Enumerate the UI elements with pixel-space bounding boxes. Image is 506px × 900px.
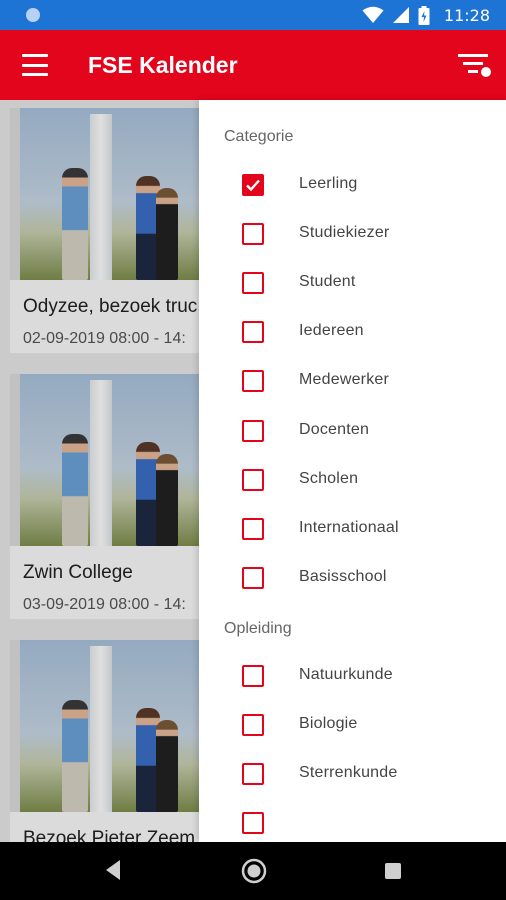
status-icons: 11:28 (362, 5, 490, 25)
filter-label: Scholen (299, 470, 359, 487)
filter-item-basisschool[interactable]: Basisschool (199, 558, 506, 598)
filter-label: Sterrenkunde (299, 764, 398, 781)
back-icon[interactable] (104, 859, 122, 881)
checkbox[interactable] (242, 714, 264, 736)
checkbox[interactable] (242, 469, 264, 491)
checkbox[interactable] (242, 567, 264, 589)
filter-item-medewerker[interactable]: Medewerker (199, 361, 506, 401)
hamburger-menu-icon[interactable] (20, 51, 50, 79)
filter-label: Iedereen (299, 322, 364, 339)
checkbox[interactable] (242, 174, 264, 196)
home-icon[interactable] (241, 858, 267, 884)
filter-item-leerling[interactable]: Leerling (199, 165, 506, 205)
status-time: 11:28 (443, 5, 490, 25)
filter-item-sterrenkunde[interactable]: Sterrenkunde (199, 754, 506, 794)
filter-item-studiekiezer[interactable]: Studiekiezer (199, 214, 506, 254)
checkbox[interactable] (242, 763, 264, 785)
system-nav-bar (0, 842, 506, 900)
checkbox[interactable] (242, 223, 264, 245)
battery-icon (418, 5, 430, 25)
checkbox[interactable] (242, 321, 264, 343)
filter-item-biologie[interactable]: Biologie (199, 705, 506, 745)
filter-list-icon[interactable] (456, 50, 496, 80)
checkmark-icon (246, 179, 260, 192)
filter-label: Studiekiezer (299, 224, 390, 241)
checkbox[interactable] (242, 518, 264, 540)
filter-item-student[interactable]: Student (199, 263, 506, 303)
section-label-categorie: Categorie (224, 128, 294, 145)
filter-label: Internationaal (299, 519, 399, 536)
filter-item-internationaal[interactable]: Internationaal (199, 509, 506, 549)
status-bar: 11:28 (0, 0, 506, 30)
recent-apps-icon[interactable] (385, 863, 401, 879)
filter-label: Student (299, 273, 356, 290)
app-bar: FSE Kalender (0, 30, 506, 100)
filter-item-iedereen[interactable]: Iedereen (199, 312, 506, 352)
notification-dot-icon (26, 8, 40, 22)
filter-item-scholen[interactable]: Scholen (199, 460, 506, 500)
filter-label: Docenten (299, 421, 370, 438)
filter-label: Basisschool (299, 568, 387, 585)
checkbox[interactable] (242, 272, 264, 294)
filter-item-docenten[interactable]: Docenten (199, 411, 506, 451)
filter-drawer: Categorie Leerling Studiekiezer Student … (199, 100, 506, 842)
checkbox[interactable] (242, 370, 264, 392)
filter-item-natuurkunde[interactable]: Natuurkunde (199, 656, 506, 696)
filter-label: Natuurkunde (299, 666, 393, 683)
checkbox[interactable] (242, 812, 264, 834)
filter-item-partial[interactable] (199, 803, 506, 842)
filter-label: Biologie (299, 715, 358, 732)
filter-label: Leerling (299, 175, 358, 192)
checkbox[interactable] (242, 420, 264, 442)
checkbox[interactable] (242, 665, 264, 687)
section-label-opleiding: Opleiding (224, 620, 292, 637)
filter-label: Medewerker (299, 371, 390, 388)
wifi-icon (362, 6, 384, 23)
signal-icon (392, 7, 409, 23)
app-title: FSE Kalender (88, 52, 238, 78)
